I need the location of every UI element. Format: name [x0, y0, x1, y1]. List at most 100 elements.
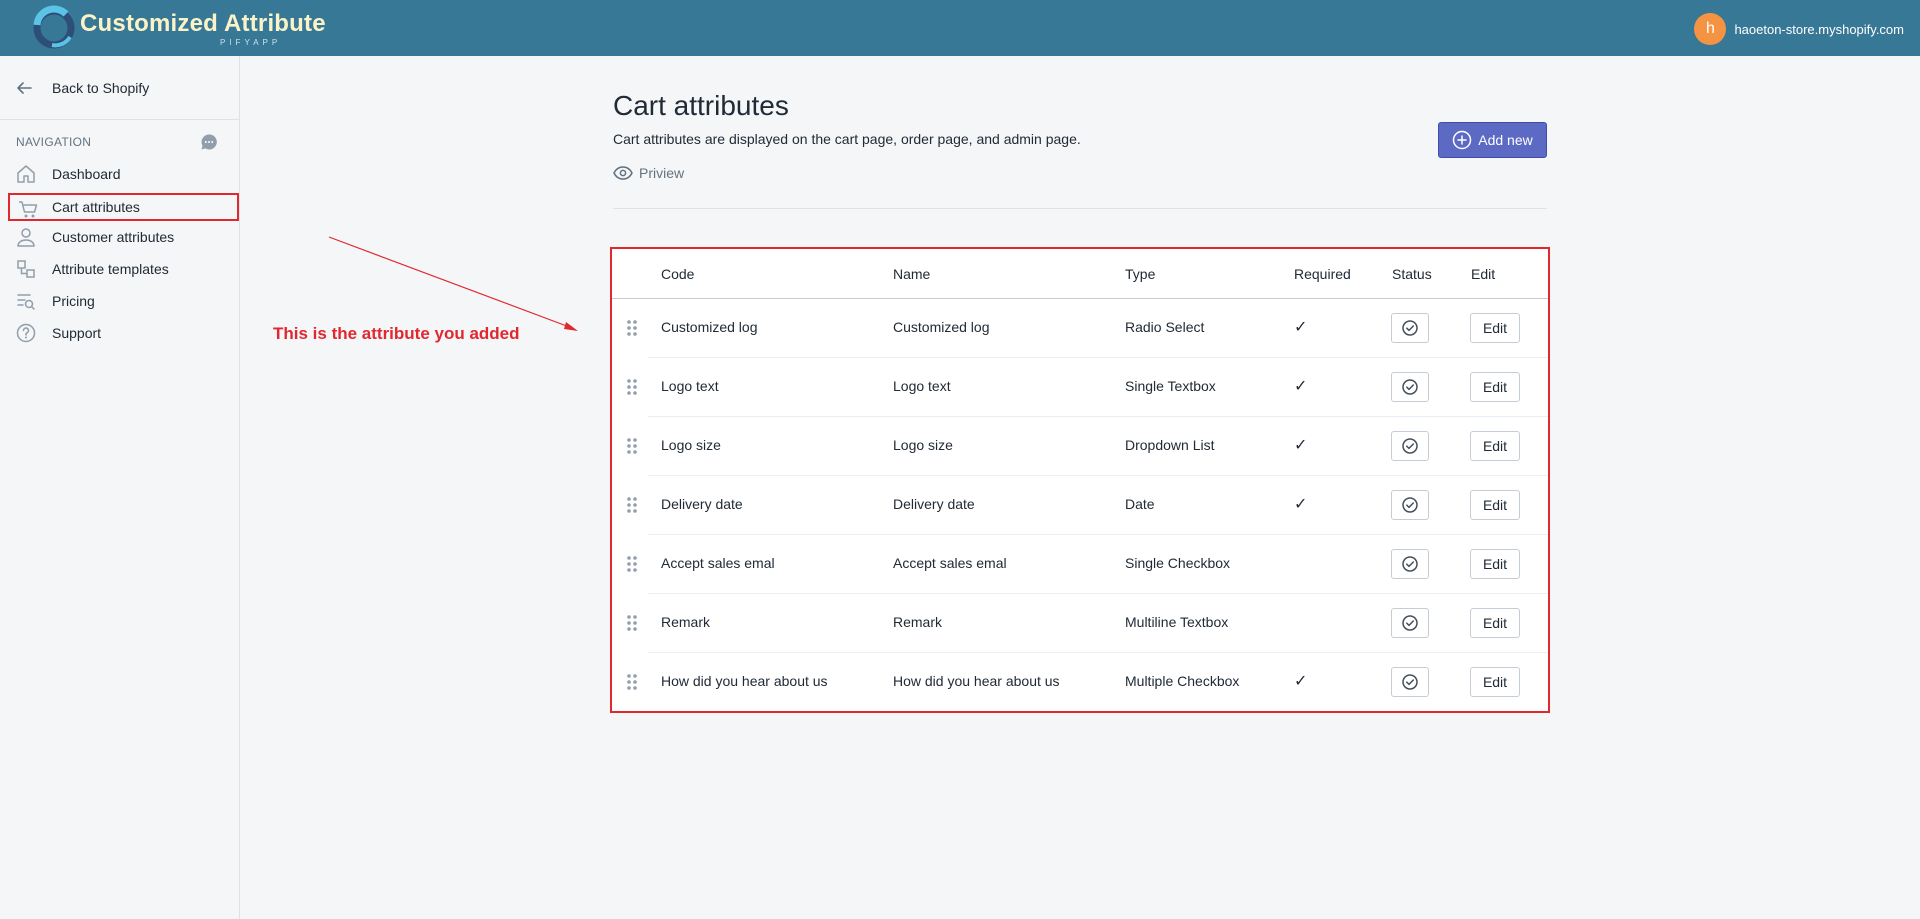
column-header-required: Required: [1294, 266, 1351, 282]
user-icon: [17, 228, 35, 247]
drag-handle-icon[interactable]: [626, 437, 638, 455]
drag-handle-icon[interactable]: [626, 319, 638, 337]
cell-code: Customized log: [661, 319, 758, 335]
divider: [0, 119, 240, 120]
status-toggle-button[interactable]: [1391, 313, 1429, 343]
attributes-table: Code Name Type Required Status Edit Cust…: [610, 247, 1550, 713]
avatar[interactable]: h: [1694, 13, 1727, 45]
check-circle-icon: [1402, 438, 1418, 454]
cell-code: Logo size: [661, 437, 721, 453]
drag-handle-icon[interactable]: [626, 673, 638, 691]
required-checkmark: ✓: [1294, 496, 1308, 513]
column-header-edit: Edit: [1471, 266, 1496, 282]
cell-type: Radio Select: [1125, 319, 1205, 335]
preview-link[interactable]: Priview: [613, 165, 684, 181]
sidebar-item-attribute-templates[interactable]: Attribute templates: [8, 255, 239, 283]
check-circle-icon: [1402, 379, 1418, 395]
required-checkmark: ✓: [1294, 378, 1308, 395]
table-row: How did you hear about us How did you hea…: [612, 653, 1548, 712]
store-menu[interactable]: h haoeton-store.myshopify.com: [1694, 13, 1904, 45]
status-toggle-button[interactable]: [1391, 372, 1429, 402]
edit-button[interactable]: Edit: [1470, 431, 1520, 461]
pricing-icon: [17, 294, 35, 310]
table-row: Remark Remark Multiline Textbox Edit: [612, 594, 1548, 653]
sidebar-item-label: Cart attributes: [52, 199, 140, 215]
edit-button[interactable]: Edit: [1470, 313, 1520, 343]
drag-handle-icon[interactable]: [626, 496, 638, 514]
status-toggle-button[interactable]: [1391, 608, 1429, 638]
sidebar-item-dashboard[interactable]: Dashboard: [8, 160, 239, 188]
annotation-text: This is the attribute you added: [273, 324, 520, 343]
cell-type: Multiline Textbox: [1125, 614, 1229, 630]
question-icon: [16, 323, 36, 343]
drag-handle-icon[interactable]: [626, 614, 638, 632]
check-circle-icon: [1402, 556, 1418, 572]
cell-type: Single Checkbox: [1125, 555, 1231, 571]
cell-name: Customized log: [893, 319, 990, 335]
table-row: Accept sales emal Accept sales emal Single…: [612, 535, 1548, 594]
plus-circle-icon: [1453, 130, 1472, 150]
column-header-type: Type: [1125, 266, 1156, 282]
column-header-code: Code: [661, 266, 695, 282]
sidebar-item-support[interactable]: Support: [8, 319, 239, 347]
divider: [613, 208, 1547, 209]
status-toggle-button[interactable]: [1391, 431, 1429, 461]
table-row: Logo text Logo text Single Textbox ✓ Edit: [612, 358, 1548, 417]
column-header-status: Status: [1392, 266, 1432, 282]
sidebar-item-pricing[interactable]: Pricing: [8, 287, 239, 315]
required-checkmark: ✓: [1294, 319, 1308, 336]
edit-button[interactable]: Edit: [1470, 372, 1520, 402]
page-title: Cart attributes: [613, 90, 789, 121]
sidebar-item-label: Support: [52, 325, 102, 341]
cell-code: Remark: [661, 614, 711, 630]
sidebar-item-label: Dashboard: [52, 166, 121, 182]
add-new-label: Add new: [1478, 132, 1533, 148]
edit-button[interactable]: Edit: [1470, 490, 1520, 520]
column-header-name: Name: [893, 266, 931, 282]
edit-button[interactable]: Edit: [1470, 608, 1520, 638]
preview-label: Priview: [639, 165, 685, 181]
table-row: Logo size Logo size Dropdown List ✓ Edit: [612, 417, 1548, 476]
eye-icon: [613, 166, 633, 180]
top-bar: Customized Attribute PIFYAPP h haoeton-s…: [0, 0, 1920, 56]
status-toggle-button[interactable]: [1391, 667, 1429, 697]
sidebar: Back to Shopify NAVIGATION Dashboard Car…: [0, 56, 240, 919]
cell-code: Accept sales emal: [661, 555, 775, 571]
cell-code: Delivery date: [661, 496, 743, 512]
back-label: Back to Shopify: [52, 80, 150, 96]
cell-code: Logo text: [661, 378, 719, 394]
status-toggle-button[interactable]: [1391, 549, 1429, 579]
edit-button[interactable]: Edit: [1470, 667, 1520, 697]
add-new-button[interactable]: Add new: [1438, 122, 1547, 158]
back-to-shopify-link[interactable]: Back to Shopify: [14, 78, 149, 98]
arrow-left-icon: [17, 82, 32, 94]
chat-icon[interactable]: [200, 133, 218, 151]
cell-name: How did you hear about us: [893, 673, 1060, 689]
cell-type: Date: [1125, 496, 1155, 512]
sidebar-item-cart-attributes[interactable]: Cart attributes: [8, 193, 239, 221]
app-logo[interactable]: Customized Attribute PIFYAPP: [30, 5, 326, 51]
check-circle-icon: [1402, 320, 1418, 336]
cell-type: Multiple Checkbox: [1125, 673, 1240, 689]
sidebar-item-customer-attributes[interactable]: Customer attributes: [8, 223, 239, 251]
table-row: Delivery date Delivery date Date ✓ Edit: [612, 476, 1548, 535]
required-checkmark: ✓: [1294, 437, 1308, 454]
drag-handle-icon[interactable]: [626, 555, 638, 573]
nav-heading: NAVIGATION: [16, 135, 92, 149]
logo-text: Customized Attribute: [80, 10, 326, 37]
cell-code: How did you hear about us: [661, 673, 828, 689]
edit-button[interactable]: Edit: [1470, 549, 1520, 579]
cell-name: Remark: [893, 614, 943, 630]
sidebar-item-label: Pricing: [52, 293, 95, 309]
templates-icon: [17, 260, 35, 278]
store-name[interactable]: haoeton-store.myshopify.com: [1734, 22, 1904, 37]
sidebar-item-label: Customer attributes: [52, 229, 175, 245]
required-checkmark: ✓: [1294, 673, 1308, 690]
drag-handle-icon[interactable]: [626, 378, 638, 396]
table-row: Customized log Customized log Radio Select…: [612, 299, 1548, 358]
cell-name: Logo size: [893, 437, 953, 453]
cell-type: Single Textbox: [1125, 378, 1216, 394]
check-circle-icon: [1402, 497, 1418, 513]
status-toggle-button[interactable]: [1391, 490, 1429, 520]
check-circle-icon: [1402, 615, 1418, 631]
